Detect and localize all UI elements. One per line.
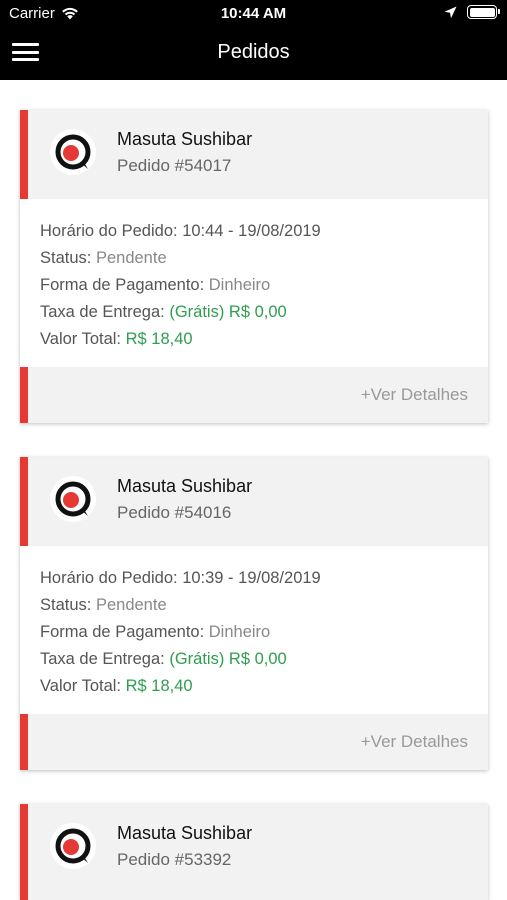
delivery-fee-value: (Grátis) R$ 0,00 (169, 650, 287, 668)
delivery-fee-row: Taxa de Entrega: (Grátis) R$ 0,00 (40, 299, 468, 326)
total-value: R$ 18,40 (125, 677, 193, 695)
order-card[interactable]: Masuta Sushibar Pedido #53392 (20, 804, 488, 900)
total-row: Valor Total: R$ 18,40 (40, 673, 468, 700)
payment-label: Forma de Pagamento: (40, 623, 205, 641)
order-time-row: Horário do Pedido: 10:39 - 19/08/2019 (40, 565, 468, 592)
sushi-logo-icon (55, 828, 91, 864)
order-time-row: Horário do Pedido: 10:44 - 19/08/2019 (40, 218, 468, 245)
order-status-value: Pendente (95, 596, 167, 614)
order-card-body: Horário do Pedido: 10:39 - 19/08/2019 St… (20, 546, 488, 714)
order-status-label: Status: (40, 596, 92, 614)
order-card-header: Masuta Sushibar Pedido #53392 (20, 804, 488, 900)
payment-row: Forma de Pagamento: Dinheiro (40, 272, 468, 299)
delivery-fee-value: (Grátis) R$ 0,00 (169, 303, 287, 321)
order-card-header: Masuta Sushibar Pedido #54016 (20, 457, 488, 546)
restaurant-logo (50, 476, 96, 522)
order-number: Pedido #54017 (117, 156, 232, 175)
order-time-label: Horário do Pedido: (40, 569, 178, 587)
order-card-footer: +Ver Detalhes (20, 714, 488, 770)
clock: 10:44 AM (220, 5, 287, 22)
restaurant-logo (50, 129, 96, 175)
order-card[interactable]: Masuta Sushibar Pedido #54016 Horário do… (20, 457, 488, 770)
delivery-fee-label: Taxa de Entrega: (40, 303, 165, 321)
restaurant-name: Masuta Sushibar (117, 476, 253, 496)
payment-value: Dinheiro (208, 276, 271, 294)
order-card[interactable]: Masuta Sushibar Pedido #54017 Horário do… (20, 110, 488, 423)
battery-icon (467, 5, 500, 19)
order-card-header: Masuta Sushibar Pedido #54017 (20, 110, 488, 199)
view-details-link[interactable]: +Ver Detalhes (361, 732, 468, 752)
order-number: Pedido #53392 (117, 850, 232, 869)
restaurant-name: Masuta Sushibar (117, 129, 253, 149)
total-value: R$ 18,40 (125, 330, 193, 348)
delivery-fee-row: Taxa de Entrega: (Grátis) R$ 0,00 (40, 646, 468, 673)
status-bar: Carrier 10:44 AM (0, 0, 507, 28)
order-status-row: Status: Pendente (40, 245, 468, 272)
restaurant-name: Masuta Sushibar (117, 823, 253, 843)
orders-list[interactable]: Masuta Sushibar Pedido #54017 Horário do… (0, 80, 507, 900)
total-label: Valor Total: (40, 330, 122, 348)
total-row: Valor Total: R$ 18,40 (40, 326, 468, 353)
nav-bar: Pedidos (0, 28, 507, 80)
order-number: Pedido #54016 (117, 503, 232, 522)
order-status-row: Status: Pendente (40, 592, 468, 619)
order-time-value: 10:44 - 19/08/2019 (182, 222, 321, 240)
order-card-footer: +Ver Detalhes (20, 367, 488, 423)
sushi-logo-icon (55, 134, 91, 170)
page-title: Pedidos (217, 41, 290, 63)
restaurant-logo (50, 823, 96, 869)
delivery-fee-label: Taxa de Entrega: (40, 650, 165, 668)
order-time-value: 10:39 - 19/08/2019 (182, 569, 321, 587)
location-arrow-icon (444, 6, 457, 18)
order-status-value: Pendente (95, 249, 167, 267)
sushi-logo-icon (55, 481, 91, 517)
payment-row: Forma de Pagamento: Dinheiro (40, 619, 468, 646)
order-card-body: Horário do Pedido: 10:44 - 19/08/2019 St… (20, 199, 488, 367)
total-label: Valor Total: (40, 677, 122, 695)
payment-label: Forma de Pagamento: (40, 276, 205, 294)
order-time-label: Horário do Pedido: (40, 222, 178, 240)
view-details-link[interactable]: +Ver Detalhes (361, 385, 468, 405)
order-status-label: Status: (40, 249, 92, 267)
payment-value: Dinheiro (208, 623, 271, 641)
